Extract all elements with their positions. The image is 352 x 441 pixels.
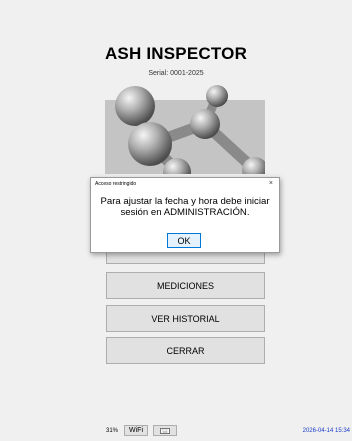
app-window: ASH INSPECTOR Serial: 0001-2025 MEDICION… (0, 0, 352, 441)
dialog-message: Para ajustar la fecha y hora debe inicia… (100, 196, 270, 218)
ok-button[interactable]: OK (167, 233, 201, 248)
close-icon[interactable]: × (269, 179, 273, 189)
close-app-button[interactable]: CERRAR (106, 337, 265, 364)
app-title: ASH INSPECTOR (104, 44, 248, 63)
molecule-logo (105, 85, 265, 174)
measurements-button[interactable]: MEDICIONES (106, 272, 265, 299)
restricted-access-dialog: Acceso restringido × Para ajustar la fec… (90, 177, 280, 253)
battery-level: 31% (106, 428, 119, 434)
keyboard-button[interactable] (153, 425, 177, 436)
dialog-title: Acceso restringido (95, 181, 137, 187)
serial-number: Serial: 0001-2025 (148, 70, 204, 77)
keyboard-icon (160, 427, 170, 434)
view-history-button[interactable]: VER HISTORIAL (106, 305, 265, 332)
dialog-titlebar: Acceso restringido × (91, 178, 279, 192)
wifi-button[interactable]: WiFi (124, 425, 148, 436)
datetime-display[interactable]: 2026-04-14 15:34 (303, 428, 350, 434)
